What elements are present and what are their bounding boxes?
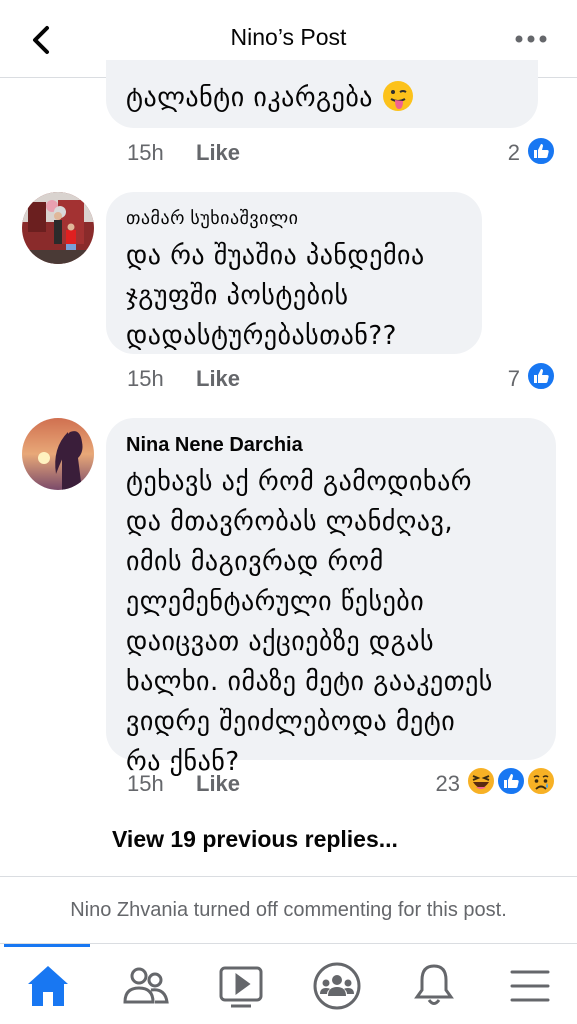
reaction-count[interactable]: 7 [480,366,520,392]
like-button[interactable]: Like [196,771,240,797]
home-icon[interactable] [20,958,76,1014]
haha-reaction-icon [466,766,496,796]
commenting-disabled-notice: Nino Zhvania turned off commenting for t… [0,876,577,944]
avatar[interactable] [22,418,94,490]
comment-text-line: ვიდრე შეიძლებოდა მეტი [126,707,456,737]
notice-author[interactable]: Nino Zhvania [70,899,188,921]
reactions[interactable] [526,136,558,166]
watch-icon[interactable] [213,958,269,1014]
comment-bubble[interactable]: თამარ სუხიაშვილი და რა შუაშია პანდემია ჯ… [106,192,482,354]
like-reaction-icon [526,136,556,166]
view-previous-replies-link[interactable]: View 19 previous replies... [112,826,398,853]
tongue-out-emoji [382,80,414,124]
comment-bubble[interactable]: Nina Nene Darchia ტეხავს აქ რომ გამოდიხა… [106,418,556,777]
like-button[interactable]: Like [196,140,240,166]
reaction-count[interactable]: 2 [480,140,520,166]
comment-text-line: ხალხი. იმაზე მეტი გააკეთეს [126,667,493,697]
comment-author[interactable]: თამარ სუხიაშვილი [126,208,298,229]
notifications-icon[interactable] [406,958,462,1014]
comment-text-line: იმის მაგივრად რომ [126,547,384,577]
comment-text-line: ტეხავს აქ რომ გამოდიხარ [126,467,472,497]
like-button[interactable]: Like [196,366,240,392]
page-title: Nino’s Post [230,24,347,50]
like-reaction-icon [496,766,526,796]
comment-text-line: და მთავრობას ლანძღავ, [126,507,454,537]
sad-reaction-icon [526,766,556,796]
comment-text-line: ელემენტარული წესები [126,587,425,617]
reaction-count[interactable]: 23 [420,771,460,797]
like-reaction-icon [526,361,556,391]
menu-icon[interactable] [502,958,558,1014]
groups-icon[interactable] [309,958,365,1014]
comment-bubble[interactable]: ტალანტი იკარგება [106,60,538,128]
comment-author[interactable]: Nina Nene Darchia [126,434,303,457]
reactions[interactable] [466,766,558,796]
comment-text-line: დაიცვათ აქციებზე დგას [126,627,435,657]
comment-time: 15h [127,140,164,165]
avatar[interactable] [22,192,94,264]
more-horizontal-icon[interactable] [513,22,553,58]
comment-text-line: და რა შუაშია პანდემია [126,241,425,271]
reactions[interactable] [526,361,558,391]
notice-text: turned off commenting for this post. [188,899,507,921]
comment-time: 15h [127,366,164,391]
bottom-tab-bar [0,944,577,1024]
comment-text: ტალანტი იკარგება [126,83,374,113]
active-tab-indicator [4,944,90,947]
comment-time: 15h [127,771,164,796]
comment-text-line: ჯგუფში პოსტების [126,281,349,311]
comment-text-line: დადასტურებასთან?? [126,321,397,351]
friends-icon[interactable] [117,958,173,1014]
